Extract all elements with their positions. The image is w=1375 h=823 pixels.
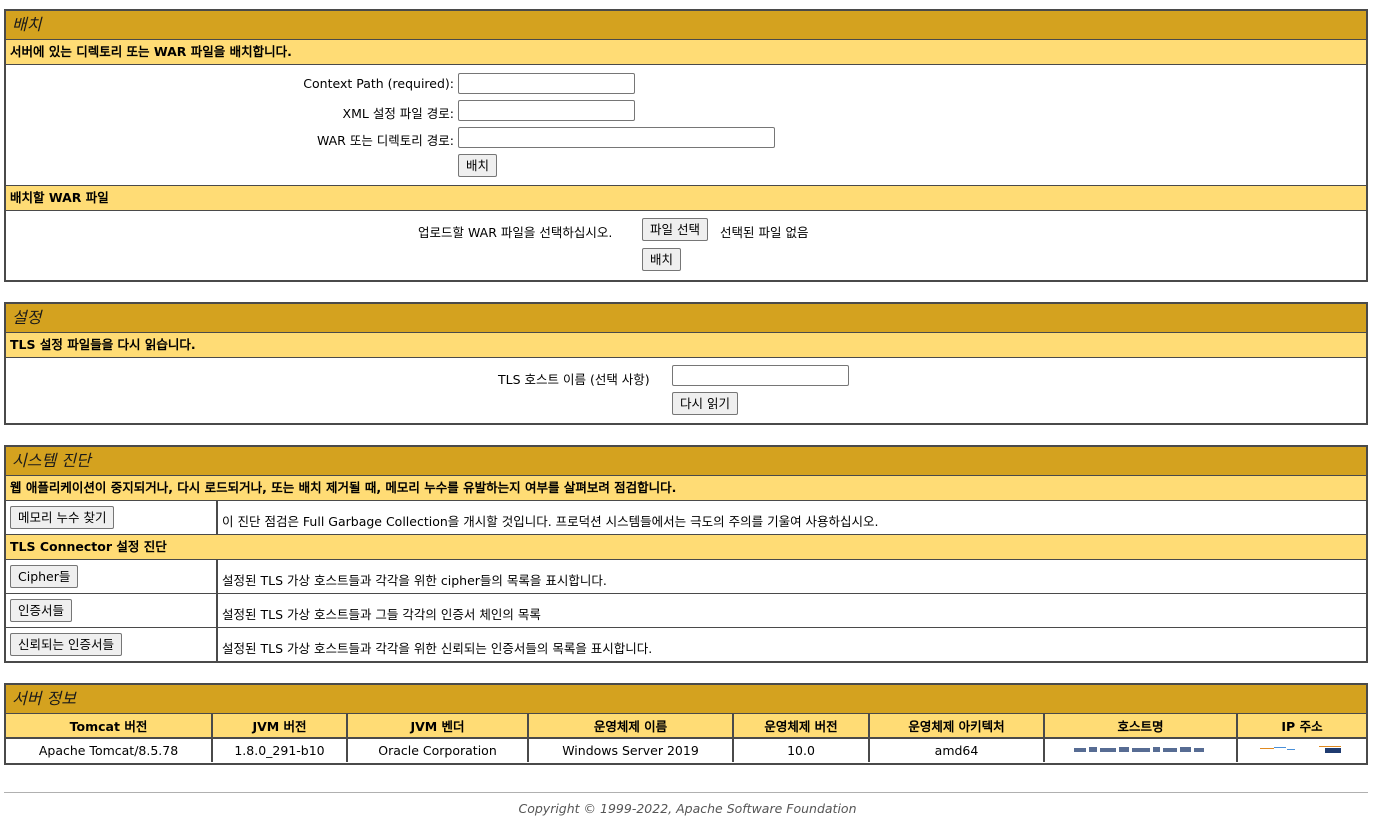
xml-config-label: XML 설정 파일 경로: xyxy=(342,106,454,121)
war-section-title: 배치할 WAR 파일 xyxy=(6,185,1366,211)
config-form: TLS 호스트 이름 (선택 사항) 다시 읽기 xyxy=(6,358,1366,424)
config-panel: 설정 TLS 설정 파일들을 다시 읽습니다. TLS 호스트 이름 (선택 사… xyxy=(4,302,1368,425)
header-tomcat-version: Tomcat 버전 xyxy=(6,714,213,739)
footer-divider xyxy=(4,792,1368,793)
diagnostics-subtitle: 웹 애플리케이션이 중지되거나, 다시 로드되거나, 또는 배치 제거될 때, … xyxy=(6,476,1366,501)
redacted-hostname-icon xyxy=(1073,747,1204,752)
os-arch-value: amd64 xyxy=(869,738,1045,762)
ciphers-button[interactable]: Cipher들 xyxy=(10,565,79,588)
war-dir-label: WAR 또는 디렉토리 경로: xyxy=(316,133,454,148)
column-divider xyxy=(216,628,218,661)
context-path-input[interactable] xyxy=(458,73,635,94)
war-dir-input[interactable] xyxy=(458,127,775,148)
deploy-panel: 배치 서버에 있는 디렉토리 또는 WAR 파일을 배치합니다. Context… xyxy=(4,9,1368,282)
ciphers-description: 설정된 TLS 가상 호스트들과 각각을 위한 cipher들의 목록을 표시합… xyxy=(222,573,607,588)
column-divider xyxy=(216,560,218,593)
context-path-label: Context Path (required): xyxy=(303,76,454,91)
deploy-button[interactable]: 배치 xyxy=(458,154,498,177)
server-info-table: Tomcat 버전 JVM 버전 JVM 벤더 운영체제 이름 운영체제 버전 … xyxy=(6,714,1366,762)
no-file-text: 선택된 파일 없음 xyxy=(720,225,809,240)
config-title: 설정 xyxy=(6,304,1366,333)
xml-config-input[interactable] xyxy=(458,100,635,121)
os-name-value: Windows Server 2019 xyxy=(528,738,734,762)
header-hostname: 호스트명 xyxy=(1044,714,1238,739)
header-jvm-vendor: JVM 벤더 xyxy=(347,714,529,739)
tls-host-label: TLS 호스트 이름 (선택 사항) xyxy=(498,372,650,387)
diagnostics-panel: 시스템 진단 웹 애플리케이션이 중지되거나, 다시 로드되거나, 또는 배치 … xyxy=(4,445,1368,663)
server-info-title: 서버 정보 xyxy=(6,685,1366,714)
reload-button[interactable]: 다시 읽기 xyxy=(672,392,738,415)
war-deploy-button[interactable]: 배치 xyxy=(642,248,682,271)
copyright-text: Copyright © 1999-2022, Apache Software F… xyxy=(518,801,857,816)
trusted-certificates-button[interactable]: 신뢰되는 인증서들 xyxy=(10,633,122,656)
ciphers-row: Cipher들 설정된 TLS 가상 호스트들과 각각을 위한 cipher들의… xyxy=(6,560,1366,593)
deploy-title: 배치 xyxy=(6,11,1366,40)
upload-label: 업로드할 WAR 파일을 선택하십시오. xyxy=(418,225,613,240)
certificates-description: 설정된 TLS 가상 호스트들과 그들 각각의 인증서 체인의 목록 xyxy=(222,607,541,622)
jvm-version-value: 1.8.0_291-b10 xyxy=(212,738,348,762)
tls-diagnostics-subtitle: TLS Connector 설정 진단 xyxy=(6,534,1366,560)
header-os-arch: 운영체제 아키텍처 xyxy=(869,714,1045,739)
trusted-certificates-row: 신뢰되는 인증서들 설정된 TLS 가상 호스트들과 각각을 위한 신뢰되는 인… xyxy=(6,627,1366,661)
tomcat-version-value: Apache Tomcat/8.5.78 xyxy=(6,738,213,762)
jvm-vendor-value: Oracle Corporation xyxy=(347,738,529,762)
find-leaks-description: 이 진단 점검은 Full Garbage Collection을 개시할 것입… xyxy=(222,514,879,529)
choose-file-button[interactable]: 파일 선택 xyxy=(642,218,708,241)
redacted-ip-icon xyxy=(1260,746,1341,753)
tls-host-input[interactable] xyxy=(672,365,849,386)
header-ip-address: IP 주소 xyxy=(1237,714,1366,739)
column-divider xyxy=(216,501,218,534)
header-os-version: 운영체제 버전 xyxy=(733,714,870,739)
server-info-value-row: Apache Tomcat/8.5.78 1.8.0_291-b10 Oracl… xyxy=(6,738,1366,762)
server-info-header-row: Tomcat 버전 JVM 버전 JVM 벤더 운영체제 이름 운영체제 버전 … xyxy=(6,714,1366,739)
os-version-value: 10.0 xyxy=(733,738,870,762)
war-upload-form: 업로드할 WAR 파일을 선택하십시오. 파일 선택 선택된 파일 없음 배치 xyxy=(6,211,1366,279)
server-info-panel: 서버 정보 Tomcat 버전 JVM 버전 JVM 벤더 운영체제 이름 운영… xyxy=(4,683,1368,765)
deploy-form: Context Path (required): XML 설정 파일 경로: W… xyxy=(6,65,1366,185)
column-divider xyxy=(216,594,218,627)
header-jvm-version: JVM 버전 xyxy=(212,714,348,739)
ip-address-value-redacted xyxy=(1237,738,1366,762)
config-subtitle: TLS 설정 파일들을 다시 읽습니다. xyxy=(6,333,1366,358)
hostname-value-redacted xyxy=(1044,738,1238,762)
find-leaks-row: 메모리 누수 찾기 이 진단 점검은 Full Garbage Collecti… xyxy=(6,501,1366,534)
deploy-subtitle: 서버에 있는 디렉토리 또는 WAR 파일을 배치합니다. xyxy=(6,40,1366,65)
header-os-name: 운영체제 이름 xyxy=(528,714,734,739)
diagnostics-title: 시스템 진단 xyxy=(6,447,1366,476)
find-leaks-button[interactable]: 메모리 누수 찾기 xyxy=(10,506,115,529)
trusted-certificates-description: 설정된 TLS 가상 호스트들과 각각을 위한 신뢰되는 인증서들의 목록을 표… xyxy=(222,641,653,656)
certificates-row: 인증서들 설정된 TLS 가상 호스트들과 그들 각각의 인증서 체인의 목록 xyxy=(6,593,1366,627)
certificates-button[interactable]: 인증서들 xyxy=(10,599,73,622)
